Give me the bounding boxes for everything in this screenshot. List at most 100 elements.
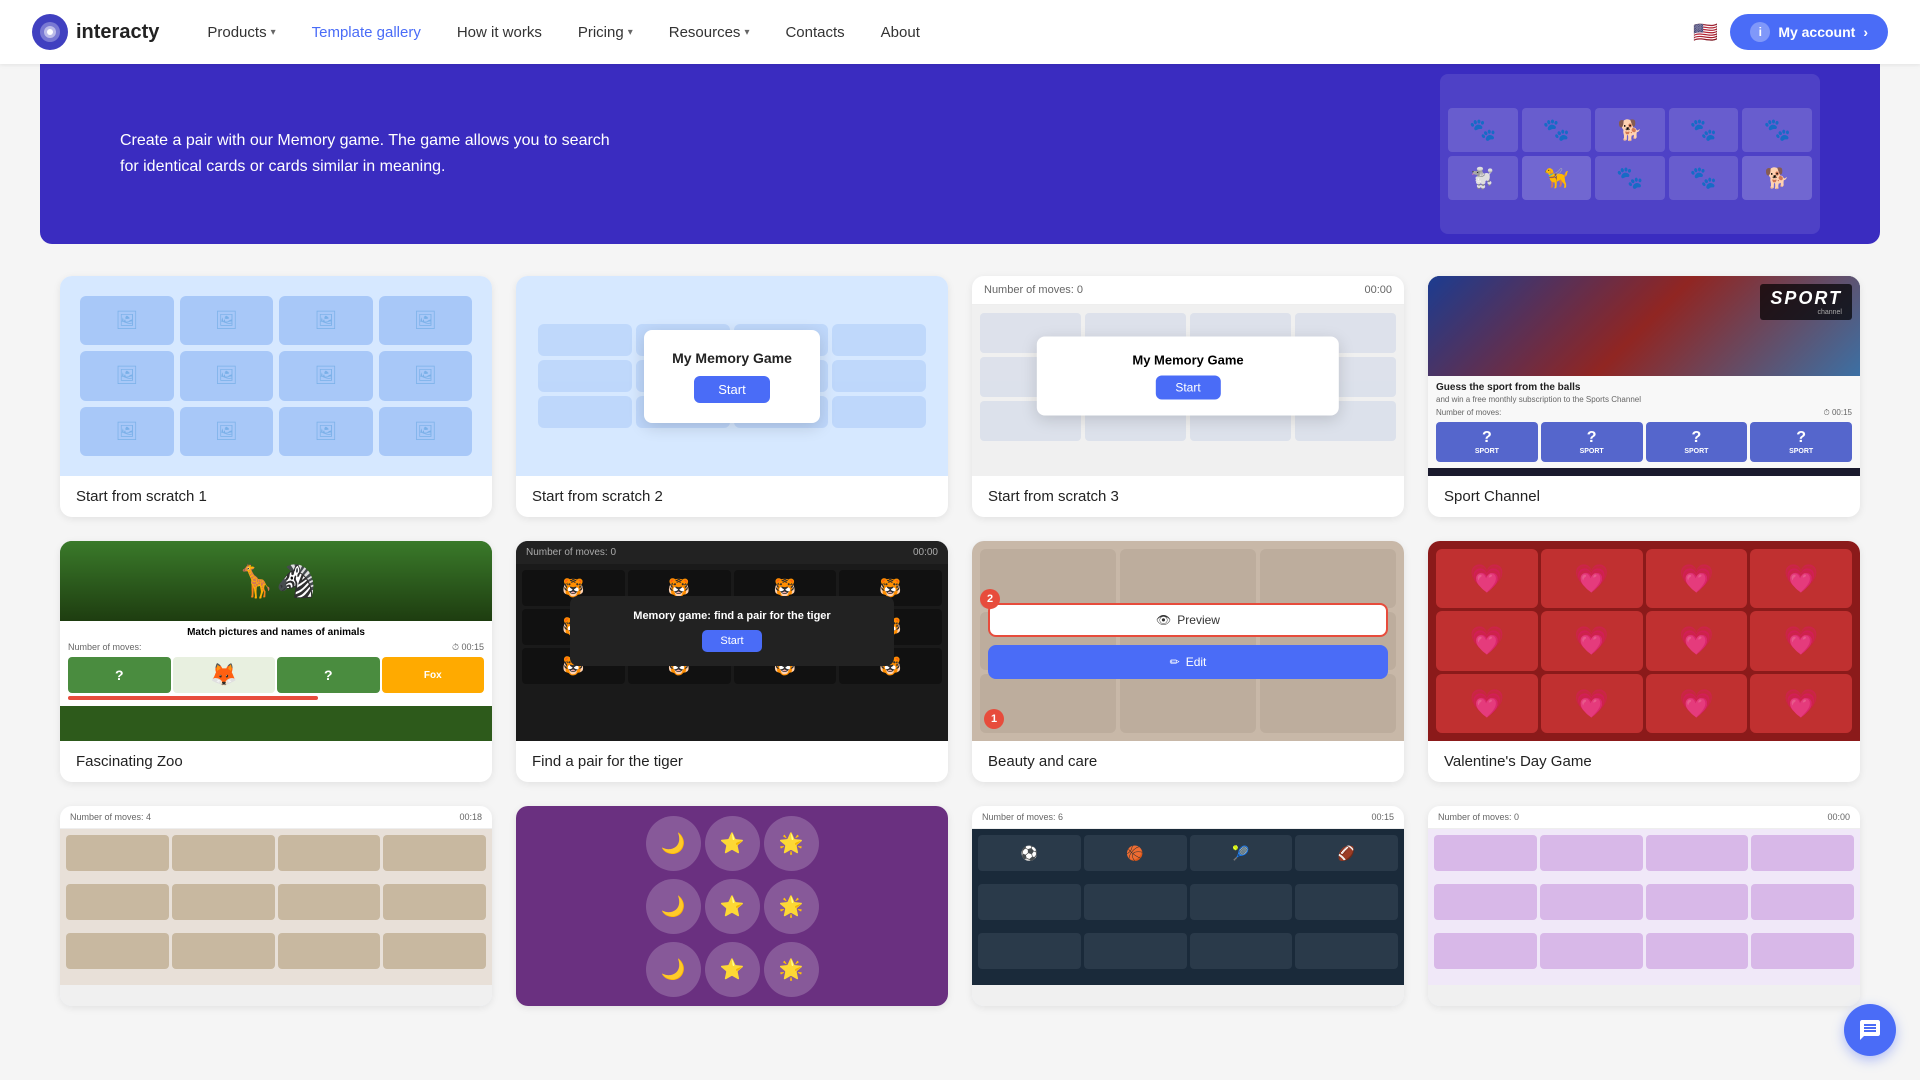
nav-how-it-works[interactable]: How it works — [441, 16, 558, 49]
chat-button[interactable] — [1844, 1004, 1896, 1056]
bp4-card — [1751, 933, 1854, 969]
bp1-card — [172, 933, 275, 969]
template-card-scratch1[interactable]: 🖼 🖼 🖼 🖼 🖼 🖼 🖼 🖼 🖼 🖼 🖼 🖼 Star — [60, 276, 492, 517]
bp4-card — [1646, 835, 1749, 871]
ph-card — [538, 396, 632, 428]
dog-card: 🐾 — [1742, 108, 1812, 152]
sport-time: ⏱ 00:15 — [1824, 408, 1852, 418]
card-preview-valentine: 💗 💗 💗 💗 💗 💗 💗 💗 💗 💗 💗 💗 — [1428, 541, 1860, 741]
hero-banner: Create a pair with our Memory game. The … — [40, 64, 1880, 244]
ph-card — [832, 396, 926, 428]
zoo-image: 🦒🦓 — [60, 541, 492, 621]
template-grid-row3: Number of moves: 4 00:18 — [60, 806, 1860, 1006]
ph-card: 🖼 — [379, 296, 473, 345]
template-card-bottom3[interactable]: Number of moves: 6 00:15 ⚽ 🏀 🎾 🏈 — [972, 806, 1404, 1006]
dog-card: 🐾 — [1595, 156, 1665, 200]
sport-card: ? SPORT — [1646, 422, 1748, 462]
template-card-bottom2[interactable]: 🌙 ⭐ 🌟 🌙 ⭐ 🌟 🌙 ⭐ 🌟 — [516, 806, 948, 1006]
card-preview-scratch3: Number of moves: 0 00:00 — [972, 276, 1404, 476]
main-content: Create a pair with our Memory game. The … — [0, 64, 1920, 1038]
bp1-card — [278, 884, 381, 920]
card-preview-sport: SPORT channel Guess the sport from the b… — [1428, 276, 1860, 476]
bp-circle: 🌟 — [764, 942, 819, 997]
bp4-card — [1540, 835, 1643, 871]
dog-card: 🐾 — [1669, 156, 1739, 200]
scratch3-time: 00:00 — [1364, 284, 1392, 296]
ph-card: 🖼 — [180, 351, 274, 400]
card-preview-tiger: Number of moves: 0 00:00 🐯 🐯 🐯 🐯 🐯 🐯 🐯 🐯 — [516, 541, 948, 741]
sport-sub-text: and win a free monthly subscription to t… — [1436, 395, 1852, 404]
valentine-card: 💗 — [1541, 611, 1643, 670]
zoo-card-q1: ? — [68, 657, 171, 693]
sport-bottom: Guess the sport from the balls and win a… — [1428, 376, 1860, 468]
main-nav: Products ▾ Template gallery How it works… — [191, 16, 1693, 49]
account-arrow: › — [1863, 24, 1868, 40]
card-title-scratch1: Start from scratch 1 — [60, 476, 492, 517]
template-card-bottom4[interactable]: Number of moves: 0 00:00 — [1428, 806, 1860, 1006]
bp-circle: ⭐ — [705, 816, 760, 871]
ph-card: 🖼 — [279, 296, 373, 345]
nav-template-gallery[interactable]: Template gallery — [296, 16, 437, 49]
bp4-card — [1540, 884, 1643, 920]
card-preview-bottom4: Number of moves: 0 00:00 — [1428, 806, 1860, 1006]
nav-resources[interactable]: Resources ▾ — [653, 16, 766, 49]
sport-card: ? SPORT — [1541, 422, 1643, 462]
tiger-start-btn[interactable]: Start — [702, 630, 761, 652]
bp-circle: 🌟 — [764, 879, 819, 934]
tiger-moves: Number of moves: 0 — [526, 547, 616, 558]
template-card-valentine[interactable]: 💗 💗 💗 💗 💗 💗 💗 💗 💗 💗 💗 💗 Vale — [1428, 541, 1860, 782]
hero-text: Create a pair with our Memory game. The … — [120, 128, 620, 179]
scratch3-modal-title: My Memory Game — [1057, 353, 1319, 368]
template-card-zoo[interactable]: 🦒🦓 Match pictures and names of animals N… — [60, 541, 492, 782]
language-flag[interactable]: 🇺🇸 — [1693, 20, 1718, 45]
ph-card — [538, 360, 632, 392]
bp4-card — [1434, 884, 1537, 920]
scratch2-modal-title: My Memory Game — [672, 350, 792, 366]
nav-pricing[interactable]: Pricing ▾ — [562, 16, 649, 49]
nav-products[interactable]: Products ▾ — [191, 16, 291, 49]
bp-circle: ⭐ — [705, 942, 760, 997]
eye-icon: 👁 — [1156, 613, 1171, 627]
bp4-card — [1751, 835, 1854, 871]
valentine-card: 💗 — [1750, 549, 1852, 608]
bp3-card — [978, 933, 1081, 969]
dog-card: 🐾 — [1669, 108, 1739, 152]
template-card-tiger[interactable]: Number of moves: 0 00:00 🐯 🐯 🐯 🐯 🐯 🐯 🐯 🐯 — [516, 541, 948, 782]
template-card-scratch2[interactable]: My Memory Game Start Start from scratch … — [516, 276, 948, 517]
bp-purple-bg: 🌙 ⭐ 🌟 🌙 ⭐ 🌟 🌙 ⭐ 🌟 — [516, 806, 948, 1006]
ph-card: 🖼 — [279, 407, 373, 456]
bp4-moves: Number of moves: 0 — [1438, 812, 1519, 822]
valentine-card: 💗 — [1750, 611, 1852, 670]
logo[interactable]: interacty — [32, 14, 159, 50]
valentine-card: 💗 — [1750, 674, 1852, 733]
template-card-bottom1[interactable]: Number of moves: 4 00:18 — [60, 806, 492, 1006]
bp-circle: ⭐ — [705, 879, 760, 934]
template-card-beauty[interactable]: 👁 Preview ✏ Edit 2 1 Beauty and care — [972, 541, 1404, 782]
dog-card-welsh: 🐕 — [1742, 156, 1812, 200]
scratch2-start-btn[interactable]: Start — [694, 376, 769, 403]
valentine-card: 💗 — [1646, 611, 1748, 670]
beauty-edit-btn[interactable]: ✏ Edit — [988, 645, 1388, 679]
bp1-card — [66, 884, 169, 920]
template-card-sport[interactable]: SPORT channel Guess the sport from the b… — [1428, 276, 1860, 517]
beauty-preview-btn[interactable]: 👁 Preview — [988, 603, 1388, 637]
card-title-scratch2: Start from scratch 2 — [516, 476, 948, 517]
bp-header1: Number of moves: 4 00:18 — [60, 806, 492, 829]
card-preview-scratch1: 🖼 🖼 🖼 🖼 🖼 🖼 🖼 🖼 🖼 🖼 🖼 🖼 — [60, 276, 492, 476]
bp3-card: 🏈 — [1295, 835, 1398, 871]
bp3-time: 00:15 — [1371, 812, 1394, 822]
nav-contacts[interactable]: Contacts — [769, 16, 860, 49]
valentine-grid: 💗 💗 💗 💗 💗 💗 💗 💗 💗 💗 💗 💗 — [1428, 541, 1860, 741]
valentine-card: 💗 — [1436, 611, 1538, 670]
template-card-scratch3[interactable]: Number of moves: 0 00:00 — [972, 276, 1404, 517]
account-info-icon: i — [1750, 22, 1770, 42]
bp4-card — [1751, 884, 1854, 920]
card-preview-beauty: 👁 Preview ✏ Edit 2 1 — [972, 541, 1404, 741]
my-account-button[interactable]: i My account › — [1730, 14, 1888, 50]
sport-channel-sub: channel — [1770, 309, 1842, 316]
nav-about[interactable]: About — [865, 16, 936, 49]
bp-circles-row1: 🌙 ⭐ 🌟 — [646, 816, 819, 871]
scratch3-start-btn[interactable]: Start — [1155, 376, 1220, 400]
bp4-card — [1434, 835, 1537, 871]
bp3-card: 🏀 — [1084, 835, 1187, 871]
